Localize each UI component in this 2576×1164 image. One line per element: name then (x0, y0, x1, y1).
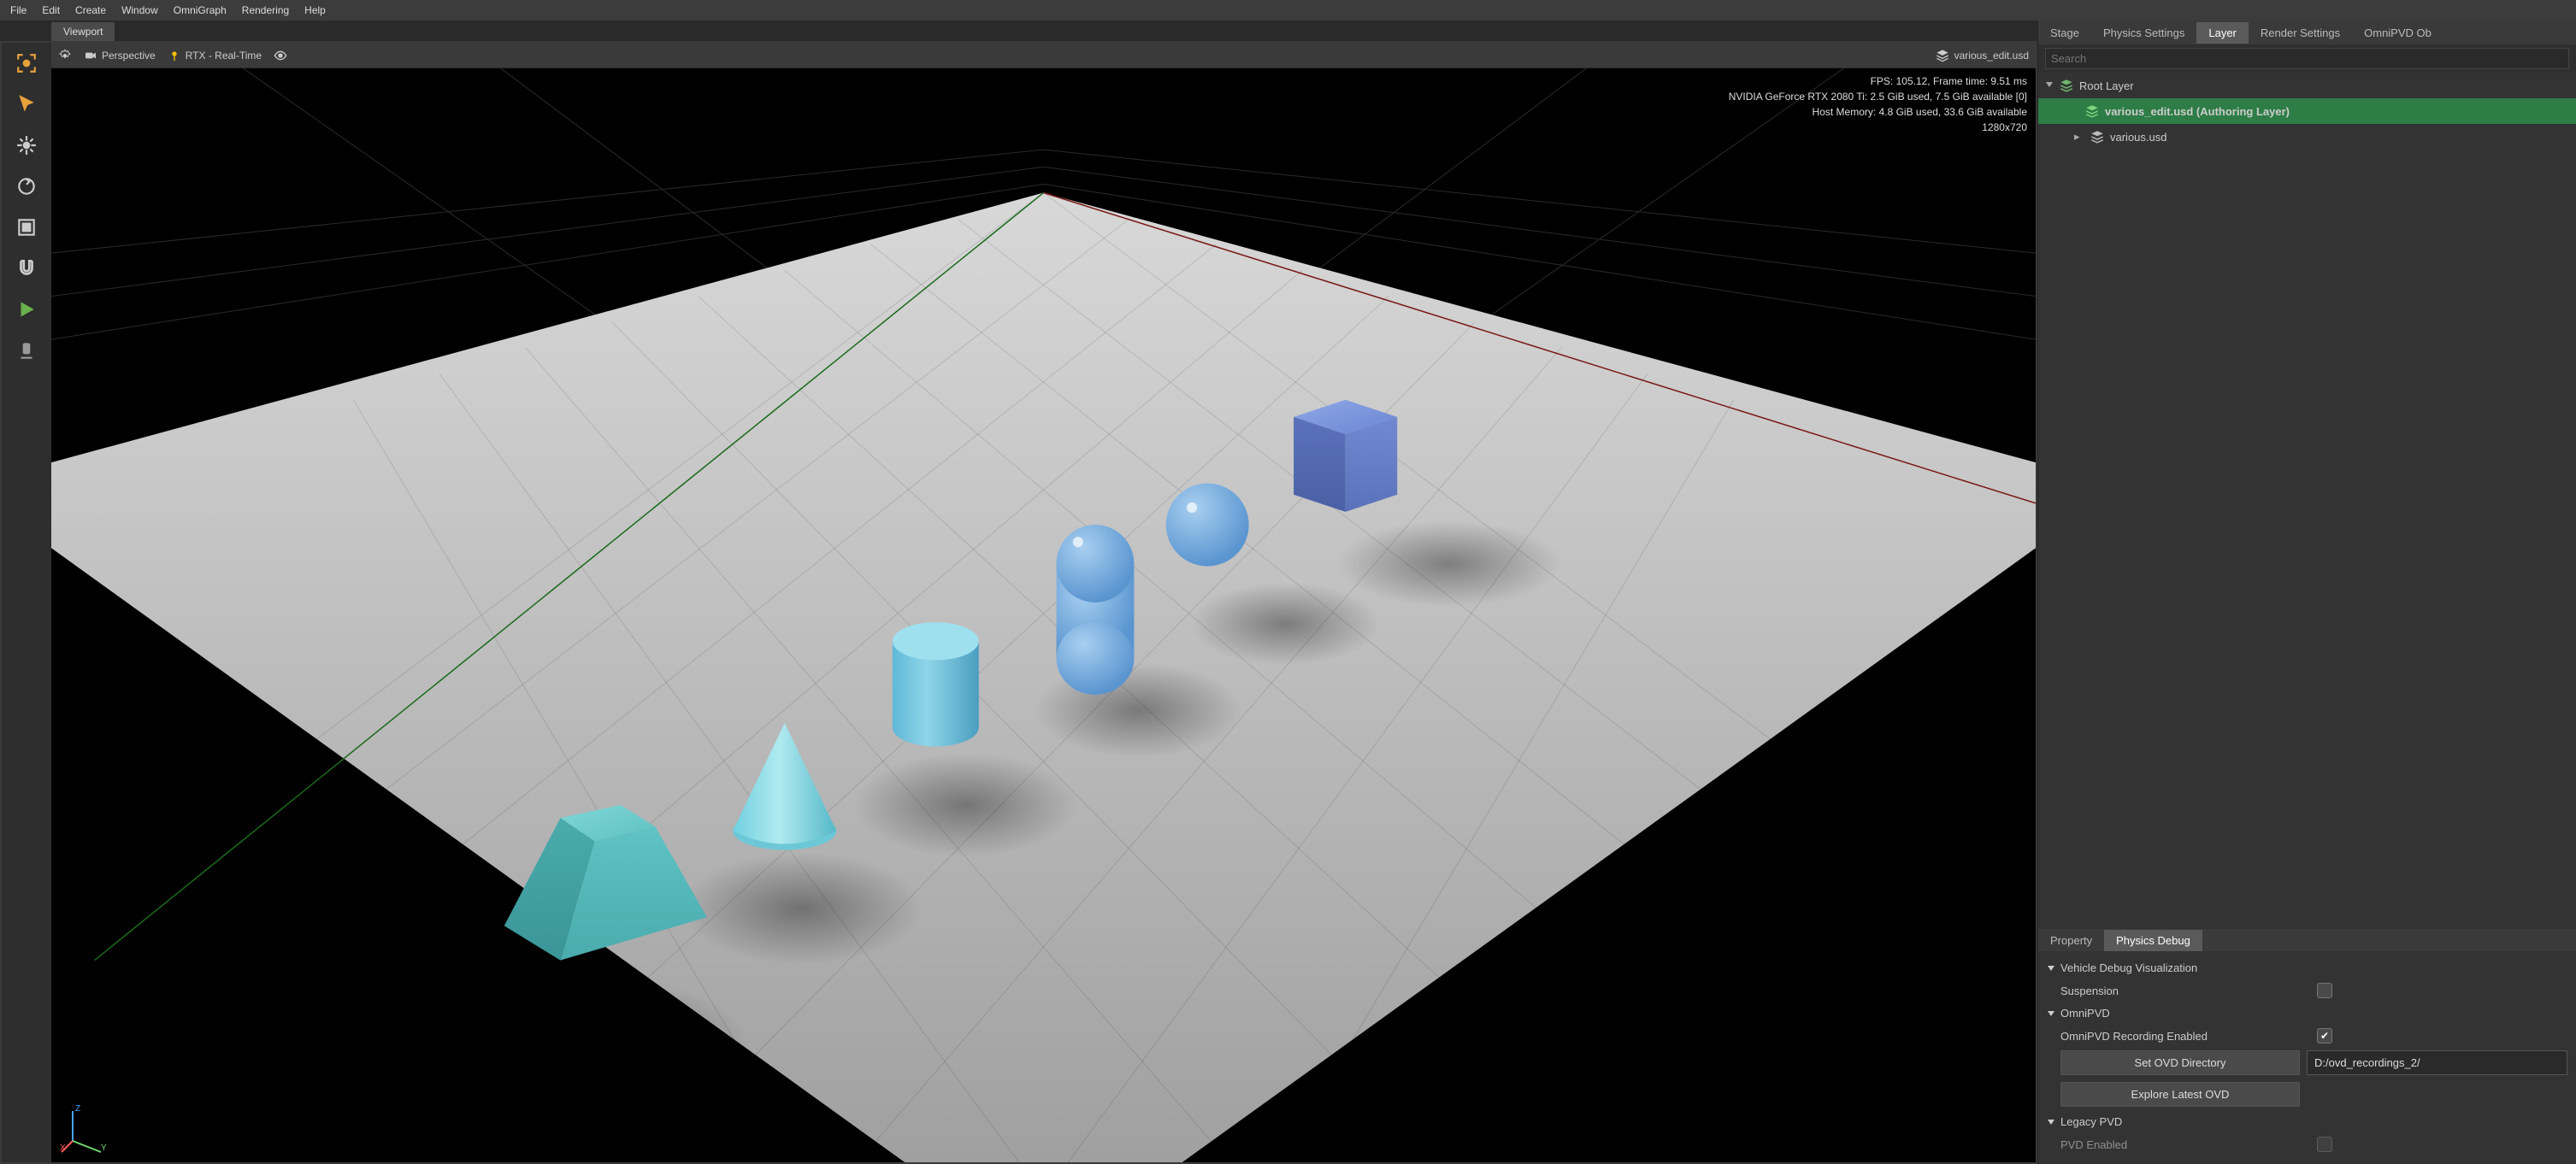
axis-gizmo[interactable]: Z Y X (60, 1102, 111, 1154)
viewport-3d[interactable]: FPS: 105.12, Frame time: 9.51 ms NVIDIA … (51, 68, 2036, 1162)
explore-latest-ovd-button[interactable]: Explore Latest OVD (2060, 1082, 2300, 1107)
tab-physics-settings[interactable]: Physics Settings (2091, 22, 2196, 44)
suspension-checkbox[interactable] (2317, 983, 2332, 998)
scene-file-label: various_edit.usd (1954, 50, 2029, 62)
layer-child-label: various.usd (2110, 131, 2166, 144)
scene-cylinder (893, 622, 979, 746)
renderer-label: RTX - Real-Time (186, 50, 262, 62)
viewport-toolbar: Perspective RTX - Real-Time various_edit… (51, 43, 2036, 68)
visibility-toggle[interactable] (274, 49, 287, 62)
svg-text:Z: Z (75, 1104, 80, 1114)
menu-window[interactable]: Window (115, 2, 165, 19)
svg-text:Y: Y (101, 1143, 107, 1153)
tab-viewport[interactable]: Viewport (51, 22, 115, 41)
svg-text:X: X (60, 1143, 66, 1153)
pvd-enabled-checkbox[interactable] (2317, 1137, 2332, 1152)
viewport-stats: FPS: 105.12, Frame time: 9.51 ms NVIDIA … (1729, 73, 2027, 135)
recording-enabled-checkbox[interactable] (2317, 1028, 2332, 1043)
stat-gpu: NVIDIA GeForce RTX 2080 Ti: 2.5 GiB used… (1729, 89, 2027, 104)
move-tool[interactable] (11, 130, 42, 161)
menu-omnigraph[interactable]: OmniGraph (167, 2, 233, 19)
stat-host: Host Memory: 4.8 GiB used, 33.6 GiB avai… (1729, 104, 2027, 120)
tab-render-settings[interactable]: Render Settings (2249, 22, 2352, 44)
layer-root-label: Root Layer (2079, 79, 2134, 92)
scene-cube (1294, 400, 1397, 512)
layers-icon (1936, 49, 1949, 62)
snap-tool[interactable] (11, 253, 42, 284)
ovd-dir-input[interactable] (2307, 1050, 2567, 1075)
camera-label: Perspective (102, 50, 156, 62)
layer-search-input[interactable] (2045, 48, 2569, 69)
physics-tool[interactable] (11, 335, 42, 366)
layer-root[interactable]: Root Layer (2038, 73, 2576, 98)
section-omnipvd[interactable]: OmniPVD (2047, 1002, 2567, 1025)
menu-edit[interactable]: Edit (35, 2, 67, 19)
menu-file[interactable]: File (3, 2, 33, 19)
right-panel-tabs: Stage Physics Settings Layer Render Sett… (2038, 21, 2576, 44)
tool-rail (2, 43, 51, 1162)
menu-create[interactable]: Create (68, 2, 113, 19)
recording-enabled-label: OmniPVD Recording Enabled (2060, 1030, 2317, 1043)
physics-debug-panel: Vehicle Debug Visualization Suspension O… (2038, 951, 2576, 1164)
tab-physics-debug[interactable]: Physics Debug (2104, 930, 2202, 951)
menu-rendering[interactable]: Rendering (235, 2, 296, 19)
viewport-settings-button[interactable] (58, 49, 72, 62)
layer-tree: Root Layer various_edit.usd (Authoring L… (2038, 73, 2576, 150)
section-vehicle-debug[interactable]: Vehicle Debug Visualization (2047, 956, 2567, 979)
suspension-label: Suspension (2060, 985, 2317, 997)
stat-fps: FPS: 105.12, Frame time: 9.51 ms (1729, 73, 2027, 89)
rotate-tool[interactable] (11, 171, 42, 202)
bottom-panel-tabs: Property Physics Debug (2038, 929, 2576, 951)
tab-layer[interactable]: Layer (2196, 22, 2249, 44)
select-tool[interactable] (11, 89, 42, 120)
tab-property[interactable]: Property (2038, 930, 2104, 951)
tab-omnipvd-ob[interactable]: OmniPVD Ob (2352, 22, 2443, 44)
stat-res: 1280x720 (1729, 120, 2027, 135)
scale-tool[interactable] (11, 212, 42, 243)
scene-sphere (1166, 484, 1249, 567)
viewport-tab-strip: Viewport (0, 21, 2037, 41)
layer-child[interactable]: ▸ various.usd (2038, 124, 2576, 150)
pvd-enabled-label: PVD Enabled (2060, 1138, 2317, 1151)
scene-capsule (1057, 525, 1135, 695)
menubar: File Edit Create Window OmniGraph Render… (0, 0, 2576, 21)
renderer-dropdown[interactable]: RTX - Real-Time (168, 49, 262, 62)
set-ovd-dir-button[interactable]: Set OVD Directory (2060, 1050, 2300, 1075)
play-tool[interactable] (11, 294, 42, 325)
menu-help[interactable]: Help (298, 2, 333, 19)
tab-stage[interactable]: Stage (2038, 22, 2091, 44)
layer-authoring[interactable]: various_edit.usd (Authoring Layer) (2038, 98, 2576, 124)
layer-authoring-label: various_edit.usd (Authoring Layer) (2105, 105, 2290, 118)
section-legacy-pvd[interactable]: Legacy PVD (2047, 1110, 2567, 1133)
frame-selection-tool[interactable] (11, 48, 42, 79)
camera-dropdown[interactable]: Perspective (84, 49, 156, 62)
